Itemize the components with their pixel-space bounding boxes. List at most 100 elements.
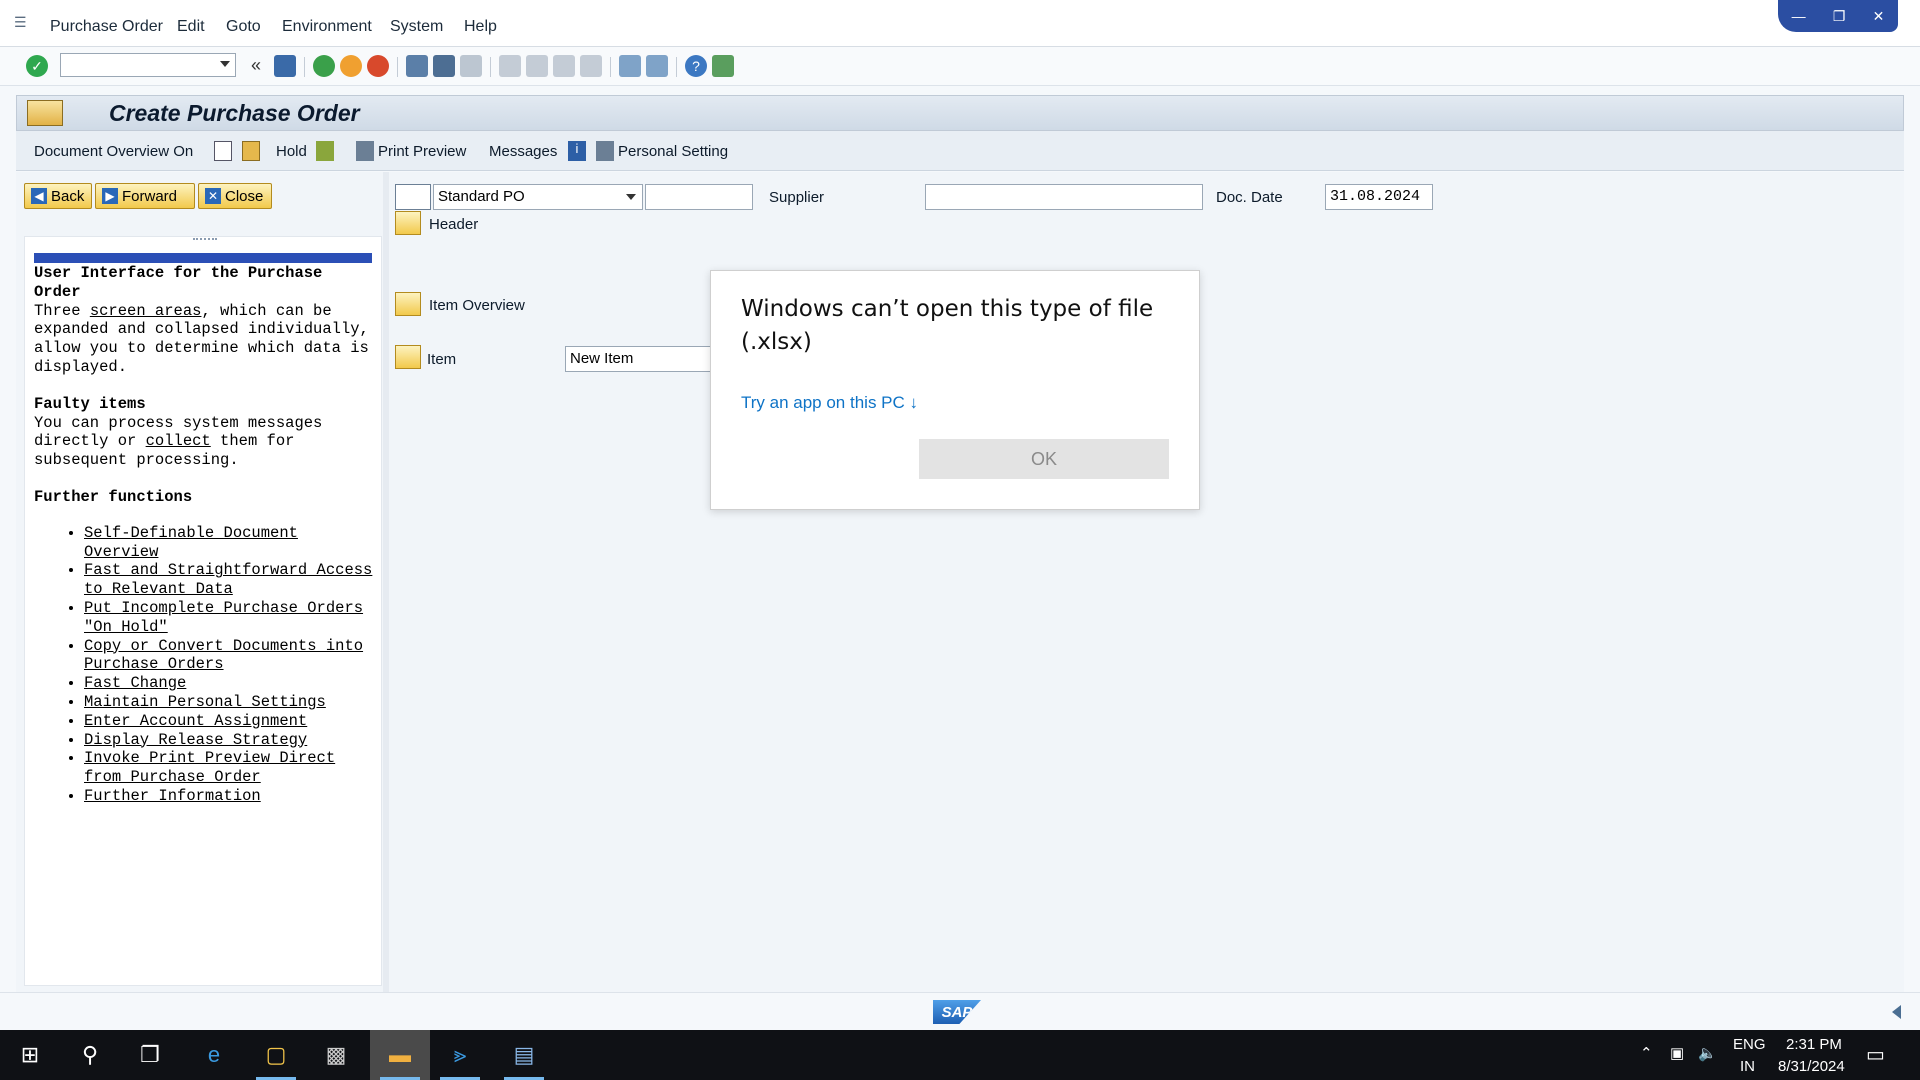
volume-icon[interactable]: 🔈 <box>1698 1044 1717 1062</box>
task-view-icon[interactable]: ❐ <box>126 1030 174 1080</box>
restore-icon[interactable]: ❐ <box>1833 8 1846 25</box>
info-icon[interactable]: i <box>568 141 586 161</box>
other-document-icon[interactable] <box>242 141 260 161</box>
arrow-right-icon: ▶ <box>102 188 118 204</box>
forward-button[interactable]: ▶ Forward <box>95 183 195 209</box>
find-icon[interactable] <box>433 55 455 77</box>
chevron-up-icon[interactable]: ⌃ <box>1640 1044 1653 1062</box>
new-document-icon[interactable] <box>214 141 232 161</box>
menu-help[interactable]: Help <box>464 18 497 36</box>
help-list-link[interactable]: Fast and Straightforward Access to Relev… <box>84 561 374 599</box>
help-list-link[interactable]: Invoke Print Preview Direct from Purchas… <box>84 749 374 787</box>
menu-purchase-order[interactable]: Purchase Order <box>50 18 163 36</box>
clock-date[interactable]: 8/31/2024 <box>1778 1058 1845 1075</box>
save-icon[interactable] <box>274 55 296 77</box>
po-number-field[interactable] <box>645 184 753 210</box>
close-icon: ✕ <box>205 188 221 204</box>
sap-logon-icon[interactable]: ▬ <box>370 1030 430 1080</box>
help-list-link[interactable]: Enter Account Assignment <box>84 712 374 731</box>
help-text: User Interface for the Purchase Order Th… <box>34 264 374 806</box>
language-indicator[interactable]: ENG <box>1733 1036 1766 1053</box>
header-section-label: Header <box>429 216 479 233</box>
help-list-link[interactable]: Further Information <box>84 787 374 806</box>
collapse-chevron-icon[interactable]: « <box>251 55 261 76</box>
resize-handle[interactable] <box>193 238 217 243</box>
menu-environment[interactable]: Environment <box>282 18 372 36</box>
shortcut-icon[interactable] <box>646 55 668 77</box>
item-selector-field[interactable]: New Item <box>565 346 713 372</box>
print-preview-button[interactable]: Print Preview <box>378 143 466 160</box>
supplier-field[interactable] <box>925 184 1203 210</box>
sap-gui-window-icon[interactable]: ▤ <box>500 1030 548 1080</box>
expand-item-icon[interactable] <box>395 345 421 369</box>
cancel-icon[interactable] <box>367 55 389 77</box>
help-link[interactable]: collect <box>146 432 211 450</box>
doc-date-field[interactable]: 31.08.2024 <box>1325 184 1433 210</box>
chevron-down-icon[interactable] <box>220 61 230 67</box>
page-title: Create Purchase Order <box>109 100 360 126</box>
clock-time[interactable]: 2:31 PM <box>1786 1036 1842 1053</box>
help-icon[interactable]: ? <box>685 55 707 77</box>
vscode-icon[interactable]: ⪢ <box>436 1030 484 1080</box>
expand-item-overview-icon[interactable] <box>395 292 421 316</box>
region-indicator[interactable]: IN <box>1740 1058 1755 1075</box>
help-link[interactable]: screen areas <box>90 302 202 320</box>
menu-goto[interactable]: Goto <box>226 18 261 36</box>
close-icon[interactable]: ✕ <box>1873 8 1885 25</box>
application-toolbar: Document Overview On Hold Print Preview … <box>16 131 1904 171</box>
create-session-icon[interactable] <box>619 55 641 77</box>
messages-button[interactable]: Messages <box>489 143 557 160</box>
enter-icon[interactable]: ✓ <box>26 55 48 77</box>
system-toolbar: ✓ « ? <box>0 47 1920 86</box>
expand-header-icon[interactable] <box>395 211 421 235</box>
help-list-link[interactable]: Display Release Strategy <box>84 731 374 750</box>
help-list-link[interactable]: Put Incomplete Purchase Orders "On Hold" <box>84 599 374 637</box>
previous-page-icon[interactable] <box>526 55 548 77</box>
menu-edit[interactable]: Edit <box>177 18 205 36</box>
customize-layout-icon[interactable] <box>712 55 734 77</box>
help-paragraph: You can process system messages directly… <box>34 413 323 470</box>
next-page-icon[interactable] <box>553 55 575 77</box>
hold-button[interactable]: Hold <box>276 143 307 160</box>
minimize-icon[interactable]: — <box>1792 8 1806 24</box>
status-expand-icon[interactable] <box>1892 1005 1901 1019</box>
close-button[interactable]: ✕ Close <box>198 183 272 209</box>
item-section-label: Item <box>427 351 457 368</box>
menu-icon[interactable]: ☰ <box>14 14 32 30</box>
document-overview-button[interactable]: Document Overview On <box>34 143 193 160</box>
first-page-icon[interactable] <box>499 55 521 77</box>
help-list-link[interactable]: Copy or Convert Documents into Purchase … <box>84 637 374 675</box>
transaction-icon[interactable] <box>27 100 63 126</box>
last-page-icon[interactable] <box>580 55 602 77</box>
pane-splitter[interactable] <box>383 172 389 992</box>
print-icon[interactable] <box>406 55 428 77</box>
ok-button[interactable]: OK <box>919 439 1169 479</box>
help-list-link[interactable]: Self-Definable Document Overview <box>84 524 374 562</box>
print-preview-icon[interactable] <box>356 141 374 161</box>
file-explorer-icon[interactable]: ▢ <box>252 1030 300 1080</box>
search-icon[interactable]: ⚲ <box>66 1030 114 1080</box>
help-list-link[interactable]: Fast Change <box>84 674 374 693</box>
command-field[interactable] <box>60 53 236 77</box>
personal-setting-button[interactable]: Personal Setting <box>618 143 728 160</box>
notifications-icon[interactable]: ▭ <box>1866 1042 1885 1067</box>
find-next-icon[interactable] <box>460 55 482 77</box>
cart-icon[interactable] <box>395 184 431 210</box>
network-icon[interactable]: ▣ <box>1670 1044 1684 1062</box>
help-list-link[interactable]: Maintain Personal Settings <box>84 693 374 712</box>
windows-start-icon[interactable]: ⊞ <box>6 1030 54 1080</box>
menu-system[interactable]: System <box>390 18 443 36</box>
try-app-link[interactable]: Try an app on this PC ↓ <box>741 393 918 413</box>
separator <box>490 57 491 77</box>
internet-explorer-icon[interactable]: e <box>190 1030 238 1080</box>
back-button[interactable]: ◀ Back <box>24 183 92 209</box>
chevron-down-icon[interactable] <box>626 194 636 200</box>
exit-icon[interactable] <box>340 55 362 77</box>
terminal-icon[interactable]: ▩ <box>312 1030 360 1080</box>
back-icon[interactable] <box>313 55 335 77</box>
window-controls: — ❐ ✕ <box>1778 0 1898 32</box>
order-type-value: Standard PO <box>438 188 525 205</box>
check-icon[interactable] <box>316 141 334 161</box>
personal-setting-icon[interactable] <box>596 141 614 161</box>
order-type-dropdown[interactable]: Standard PO <box>433 184 643 210</box>
